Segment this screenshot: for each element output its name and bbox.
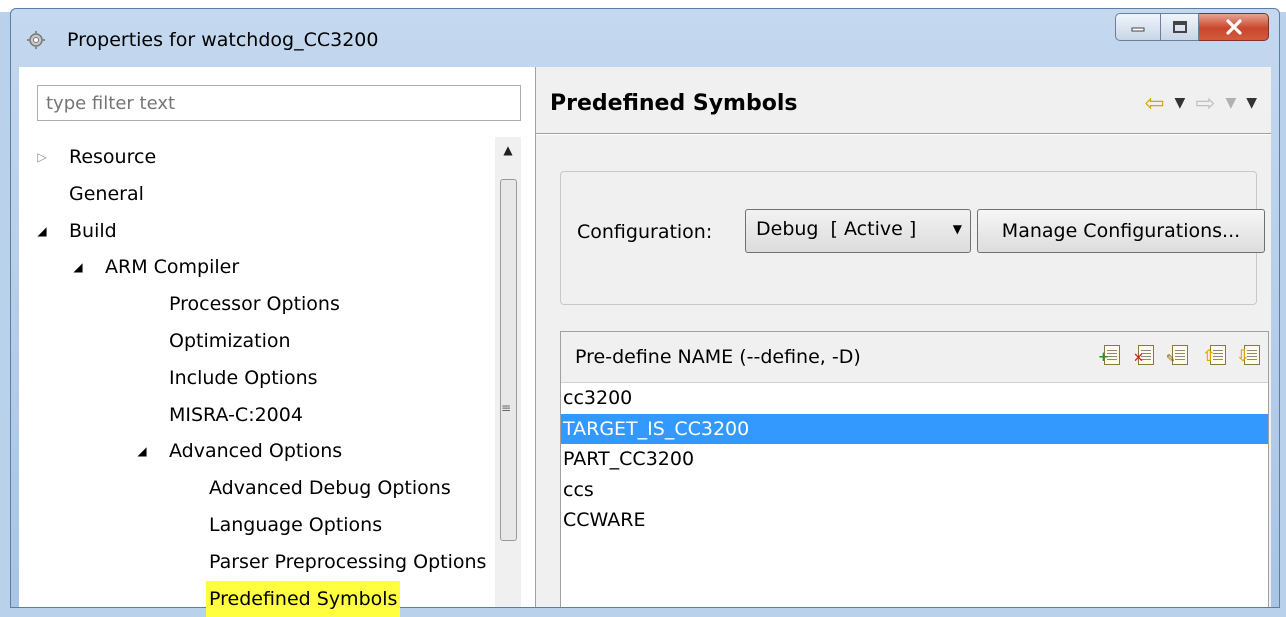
delete-icon[interactable]: ✕: [1133, 344, 1156, 366]
tree-item[interactable]: Language Options: [37, 507, 495, 544]
configuration-group: Configuration: Debug [ Active ] ▼ Manage…: [560, 171, 1265, 305]
list-header: Pre-define NAME (--define, -D) + ✕ ✎ ⇧ ⇩: [561, 332, 1268, 383]
symbol-list-item[interactable]: TARGET_IS_CC3200: [561, 413, 1268, 444]
properties-dialog: Properties for watchdog_CC3200 ▷ Resource…: [10, 8, 1280, 617]
tree-item[interactable]: Advanced Debug Options: [37, 470, 495, 507]
tree-item[interactable]: Parser Preprocessing Options: [37, 544, 495, 581]
symbol-list: cc3200 TARGET_IS_CC3200 PART_CC3200 ccs CCWA…: [561, 383, 1268, 536]
edit-icon[interactable]: ✎: [1166, 344, 1190, 366]
list-toolbar: + ✕ ✎ ⇧ ⇩: [1098, 344, 1260, 366]
add-icon[interactable]: +: [1098, 344, 1122, 366]
scrollbar-grip-icon: ≡: [501, 401, 512, 415]
tree-item-label: Advanced Options: [169, 440, 343, 463]
properties-gear-icon: [27, 31, 45, 49]
tree-item-label: General: [69, 182, 144, 205]
tree-item-label: ARM Compiler: [105, 256, 240, 279]
close-button[interactable]: [1199, 13, 1269, 41]
back-arrow-icon[interactable]: ⇦: [1144, 89, 1164, 117]
close-icon: [1225, 19, 1242, 35]
back-menu-dropdown-icon[interactable]: ▼: [1175, 95, 1186, 111]
manage-configurations-button[interactable]: Manage Configurations...: [977, 209, 1265, 253]
header-divider: [536, 133, 1271, 135]
window-title: Properties for watchdog_CC3200: [67, 29, 379, 51]
page-title: Predefined Symbols: [550, 91, 798, 116]
collapse-arrow-icon[interactable]: ◢: [135, 433, 149, 469]
move-up-icon[interactable]: ⇧: [1202, 344, 1226, 366]
maximize-icon: [1172, 21, 1187, 33]
tree-item[interactable]: Optimization: [37, 323, 495, 360]
configuration-select[interactable]: Debug [ Active ] ▼: [745, 209, 971, 253]
collapse-arrow-icon[interactable]: ◢: [71, 249, 85, 285]
tree-item[interactable]: Processor Options: [37, 286, 495, 323]
forward-arrow-icon[interactable]: ⇨: [1195, 89, 1215, 117]
list-header-label: Pre-define NAME (--define, -D): [575, 346, 861, 368]
tree-item-label: MISRA-C:2004: [169, 403, 303, 426]
minimize-icon: [1131, 27, 1145, 32]
forward-menu-dropdown-icon[interactable]: ▼: [1225, 95, 1236, 111]
tree-item-label: Processor Options: [169, 293, 340, 316]
tree-item[interactable]: ◢ ARM Compiler: [37, 249, 495, 286]
tree-item-label: Include Options: [169, 366, 318, 389]
configuration-selected-value: Debug [ Active ]: [756, 218, 917, 240]
tree-item[interactable]: General: [37, 176, 495, 213]
configuration-label: Configuration:: [577, 221, 713, 243]
title-bar[interactable]: Properties for watchdog_CC3200: [11, 9, 1279, 67]
tree-item[interactable]: Include Options: [37, 360, 495, 397]
dialog-body: ▷ Resource General ◢ Build ◢ ARM Compiler Proce…: [19, 67, 1271, 617]
page-navigation: ⇦ ▼ ⇨ ▼ ▼: [1144, 89, 1257, 117]
maximize-button[interactable]: [1161, 13, 1199, 41]
tree-item[interactable]: Predefined Symbols: [37, 580, 495, 617]
tree-item-label: Language Options: [209, 513, 383, 536]
tree-item[interactable]: ▷ Resource: [37, 139, 495, 176]
symbol-list-item[interactable]: ccs: [561, 475, 1268, 506]
tree-item[interactable]: MISRA-C:2004: [37, 397, 495, 434]
tree-item-label: Build: [69, 219, 117, 242]
tree-item-label: Resource: [69, 146, 157, 168]
expand-arrow-icon[interactable]: ▷: [35, 139, 49, 175]
tree-item[interactable]: ◢ Build: [37, 213, 495, 250]
chevron-down-icon: ▼: [952, 222, 962, 236]
tree-scrollbar[interactable]: ▲ ≡: [495, 137, 521, 607]
window-controls: [1115, 13, 1269, 41]
predefine-list-panel: Pre-define NAME (--define, -D) + ✕ ✎ ⇧ ⇩…: [560, 331, 1269, 607]
scroll-up-arrow-icon[interactable]: ▲: [495, 143, 521, 163]
tree-item-label: Optimization: [169, 329, 291, 352]
minimize-button[interactable]: [1115, 13, 1161, 41]
property-tree: ▷ Resource General ◢ Build ◢ ARM Compiler Proce…: [37, 139, 495, 617]
filter-input[interactable]: [37, 85, 521, 121]
tree-item-label: Parser Preprocessing Options: [209, 550, 487, 573]
tree-item[interactable]: ◢ Advanced Options: [37, 433, 495, 470]
property-page: Predefined Symbols ⇦ ▼ ⇨ ▼ ▼ Configurati…: [536, 67, 1271, 607]
collapse-arrow-icon[interactable]: ◢: [35, 213, 49, 249]
tree-item-label: Predefined Symbols: [206, 580, 401, 617]
view-menu-icon[interactable]: ▼: [1246, 95, 1257, 111]
navigation-panel: ▷ Resource General ◢ Build ◢ ARM Compiler Proce…: [19, 67, 536, 617]
tree-item-label: Advanced Debug Options: [209, 477, 451, 500]
symbol-list-item[interactable]: cc3200: [561, 383, 1268, 414]
symbol-list-item[interactable]: PART_CC3200: [561, 444, 1268, 475]
symbol-list-item[interactable]: CCWARE: [561, 505, 1268, 536]
scrollbar-thumb[interactable]: [500, 179, 517, 541]
move-down-icon[interactable]: ⇩: [1236, 344, 1260, 366]
